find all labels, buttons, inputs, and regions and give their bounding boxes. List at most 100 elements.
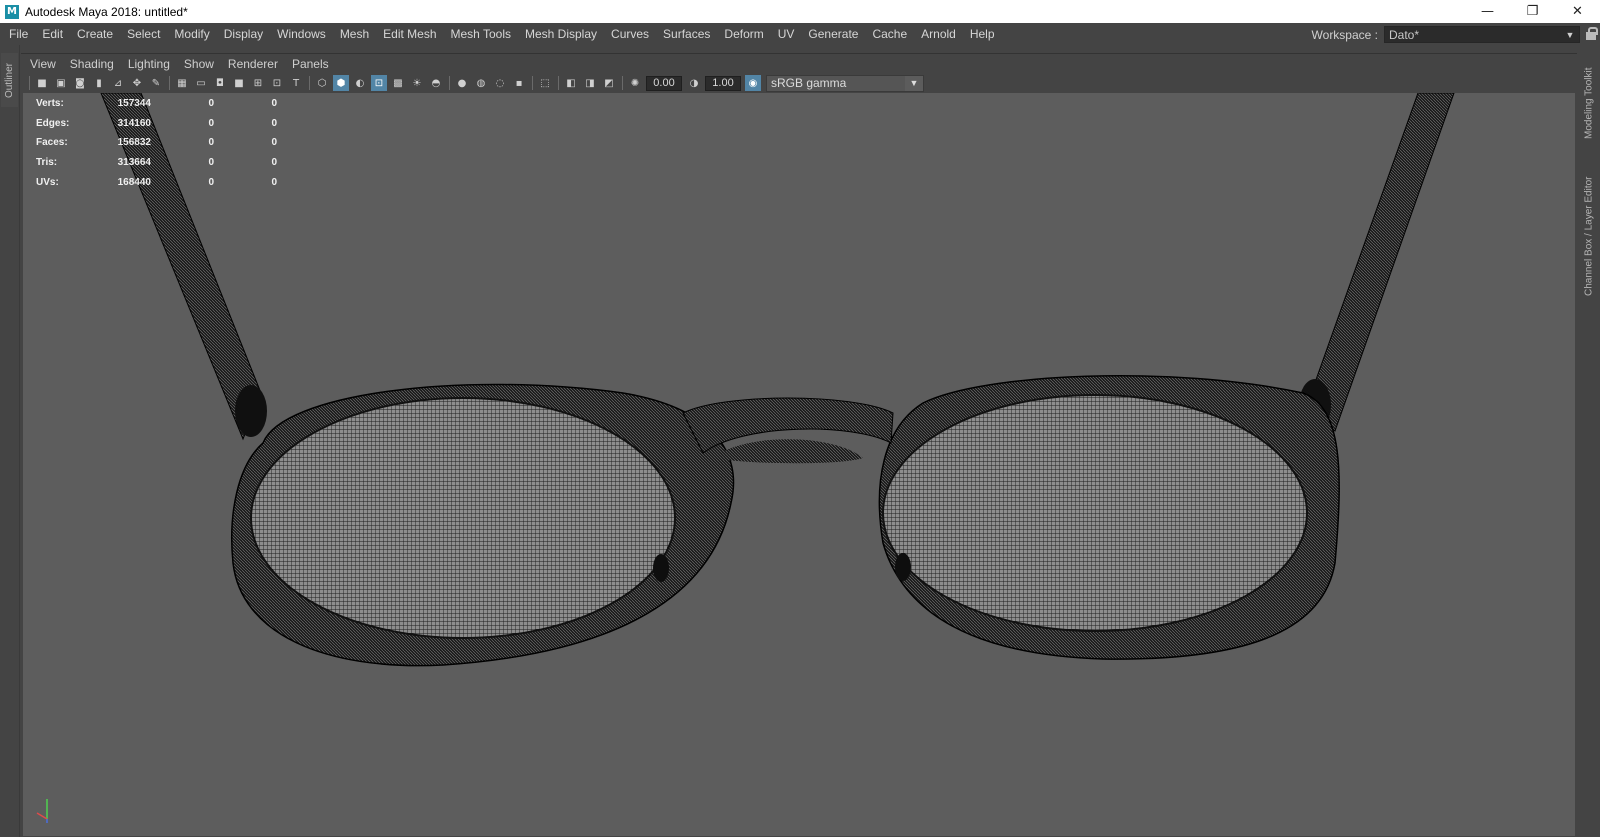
poly-count-hud: Verts: 157344 0 0 Edges: 314160 0 0 Face…: [36, 94, 277, 192]
shadows-icon[interactable]: ◓: [428, 75, 444, 91]
grid-icon[interactable]: ▦: [174, 75, 190, 91]
chevron-down-icon: ▼: [1565, 29, 1575, 40]
toolbar-separator: [169, 76, 170, 90]
gamma-icon[interactable]: ◑: [686, 75, 702, 91]
menu-file[interactable]: File: [0, 27, 35, 41]
menu-arnold[interactable]: Arnold: [914, 27, 963, 41]
menu-edit[interactable]: Edit: [35, 27, 70, 41]
hud-label: UVs:: [36, 176, 59, 188]
hud-selected-value: 0: [208, 137, 214, 149]
motion-blur-icon[interactable]: ◍: [473, 75, 489, 91]
xray-icon[interactable]: ◧: [563, 75, 579, 91]
panel-menu-lighting[interactable]: Lighting: [121, 57, 177, 71]
wireframe-on-shaded-icon[interactable]: ⊡: [371, 75, 387, 91]
panel-menu-show[interactable]: Show: [177, 57, 221, 71]
hud-row-faces: Faces: 156832 0 0: [36, 133, 277, 153]
menu-mesh-display[interactable]: Mesh Display: [518, 27, 604, 41]
film-gate-icon[interactable]: ▭: [193, 75, 209, 91]
menu-mesh-tools[interactable]: Mesh Tools: [444, 27, 518, 41]
menu-windows[interactable]: Windows: [270, 27, 333, 41]
modeling-toolkit-tab[interactable]: Modeling Toolkit: [1581, 53, 1597, 153]
close-button[interactable]: ✕: [1555, 0, 1600, 23]
right-lens: [882, 394, 1308, 632]
view-transform-dropdown[interactable]: sRGB gamma ▼: [766, 74, 924, 92]
menu-help[interactable]: Help: [963, 27, 1002, 41]
camera-attributes-icon[interactable]: ▣: [53, 75, 69, 91]
3d-viewport[interactable]: Verts: 157344 0 0 Edges: 314160 0 0 Face…: [23, 93, 1575, 836]
workspace-selector: Workspace : Dato* ▼: [1312, 26, 1580, 43]
lock-icon[interactable]: [1586, 27, 1598, 40]
nose-bridge: [713, 439, 863, 464]
glasses-wireframe-model: [100, 93, 1455, 667]
resolution-gate-icon[interactable]: ◘: [212, 75, 228, 91]
axis-gizmo-icon: [36, 799, 48, 823]
hud-label: Edges:: [36, 117, 70, 129]
menu-create[interactable]: Create: [70, 27, 120, 41]
default-material-icon[interactable]: ◐: [352, 75, 368, 91]
grease-pencil-icon[interactable]: ✎: [148, 75, 164, 91]
textured-icon[interactable]: ▩: [390, 75, 406, 91]
exposure-icon[interactable]: ✺: [627, 75, 643, 91]
bookmark-camera-icon[interactable]: ◙: [72, 75, 88, 91]
smooth-shade-icon[interactable]: ⬢: [333, 75, 349, 91]
chevron-down-icon: ▼: [905, 75, 923, 91]
menu-edit-mesh[interactable]: Edit Mesh: [376, 27, 443, 41]
isolate-select-icon[interactable]: ⬚: [537, 75, 553, 91]
hud-label: Verts:: [36, 98, 64, 110]
left-lens: [250, 397, 676, 639]
panel-menu-panels[interactable]: Panels: [285, 57, 336, 71]
menu-surfaces[interactable]: Surfaces: [656, 27, 717, 41]
outliner-tab[interactable]: Outliner: [1, 53, 18, 107]
workspace-dropdown[interactable]: Dato* ▼: [1384, 26, 1580, 43]
image-plane-icon[interactable]: ⊿: [110, 75, 126, 91]
depth-of-field-icon[interactable]: ▪: [511, 75, 527, 91]
toolbar-separator: [29, 76, 30, 90]
view-transform-value: sRGB gamma: [771, 76, 847, 90]
bookmark-icon[interactable]: ▮: [91, 75, 107, 91]
safe-action-icon[interactable]: ⊡: [269, 75, 285, 91]
xray-joints-icon[interactable]: ◨: [582, 75, 598, 91]
menu-select[interactable]: Select: [120, 27, 167, 41]
hud-selected-value: 0: [208, 176, 214, 188]
workspace-value: Dato*: [1389, 27, 1420, 42]
menu-deform[interactable]: Deform: [717, 27, 770, 41]
channel-box-tab[interactable]: Channel Box / Layer Editor: [1581, 163, 1597, 309]
hud-uv-value: 0: [271, 137, 277, 149]
minimize-button[interactable]: —: [1465, 0, 1510, 23]
toolbar-separator: [309, 76, 310, 90]
restore-button[interactable]: ❐: [1510, 0, 1555, 23]
hud-value: 156832: [117, 137, 151, 149]
gamma-field[interactable]: 1.00: [705, 75, 741, 91]
hud-uv-value: 0: [271, 98, 277, 110]
panel-menu-view[interactable]: View: [21, 57, 63, 71]
ambient-occlusion-icon[interactable]: ●: [454, 75, 470, 91]
left-nose-pad: [653, 554, 669, 582]
exposure-field[interactable]: 0.00: [646, 75, 682, 91]
menu-uv[interactable]: UV: [771, 27, 802, 41]
menu-cache[interactable]: Cache: [865, 27, 914, 41]
menu-display[interactable]: Display: [217, 27, 270, 41]
2d-pan-zoom-icon[interactable]: ✥: [129, 75, 145, 91]
safe-title-icon[interactable]: T: [288, 75, 304, 91]
window-controls: — ❐ ✕: [1465, 0, 1600, 23]
anti-aliasing-icon[interactable]: ◌: [492, 75, 508, 91]
right-side-strip: Modeling Toolkit Channel Box / Layer Edi…: [1578, 45, 1600, 837]
menu-generate[interactable]: Generate: [801, 27, 865, 41]
use-all-lights-icon[interactable]: ☀: [409, 75, 425, 91]
gate-mask-icon[interactable]: ■: [231, 75, 247, 91]
outliner-tab-label: Outliner: [4, 62, 15, 98]
menu-mesh[interactable]: Mesh: [333, 27, 376, 41]
menu-modify[interactable]: Modify: [167, 27, 216, 41]
hud-row-verts: Verts: 157344 0 0: [36, 94, 277, 114]
menu-curves[interactable]: Curves: [604, 27, 656, 41]
toolbar-separator: [449, 76, 450, 90]
xray-active-components-icon[interactable]: ◩: [601, 75, 617, 91]
color-management-icon[interactable]: ◉: [745, 75, 761, 91]
panel-toolbar: ■ ▣ ◙ ▮ ⊿ ✥ ✎ ▦ ▭ ◘ ■ ⊞ ⊡ T ⬡ ⬢ ◐ ⊡ ▩ ☀ …: [21, 73, 1577, 93]
modeling-toolkit-label: Modeling Toolkit: [1583, 67, 1595, 139]
field-chart-icon[interactable]: ⊞: [250, 75, 266, 91]
panel-menu-renderer[interactable]: Renderer: [221, 57, 285, 71]
wireframe-icon[interactable]: ⬡: [314, 75, 330, 91]
panel-menu-shading[interactable]: Shading: [63, 57, 121, 71]
camera-select-icon[interactable]: ■: [34, 75, 50, 91]
